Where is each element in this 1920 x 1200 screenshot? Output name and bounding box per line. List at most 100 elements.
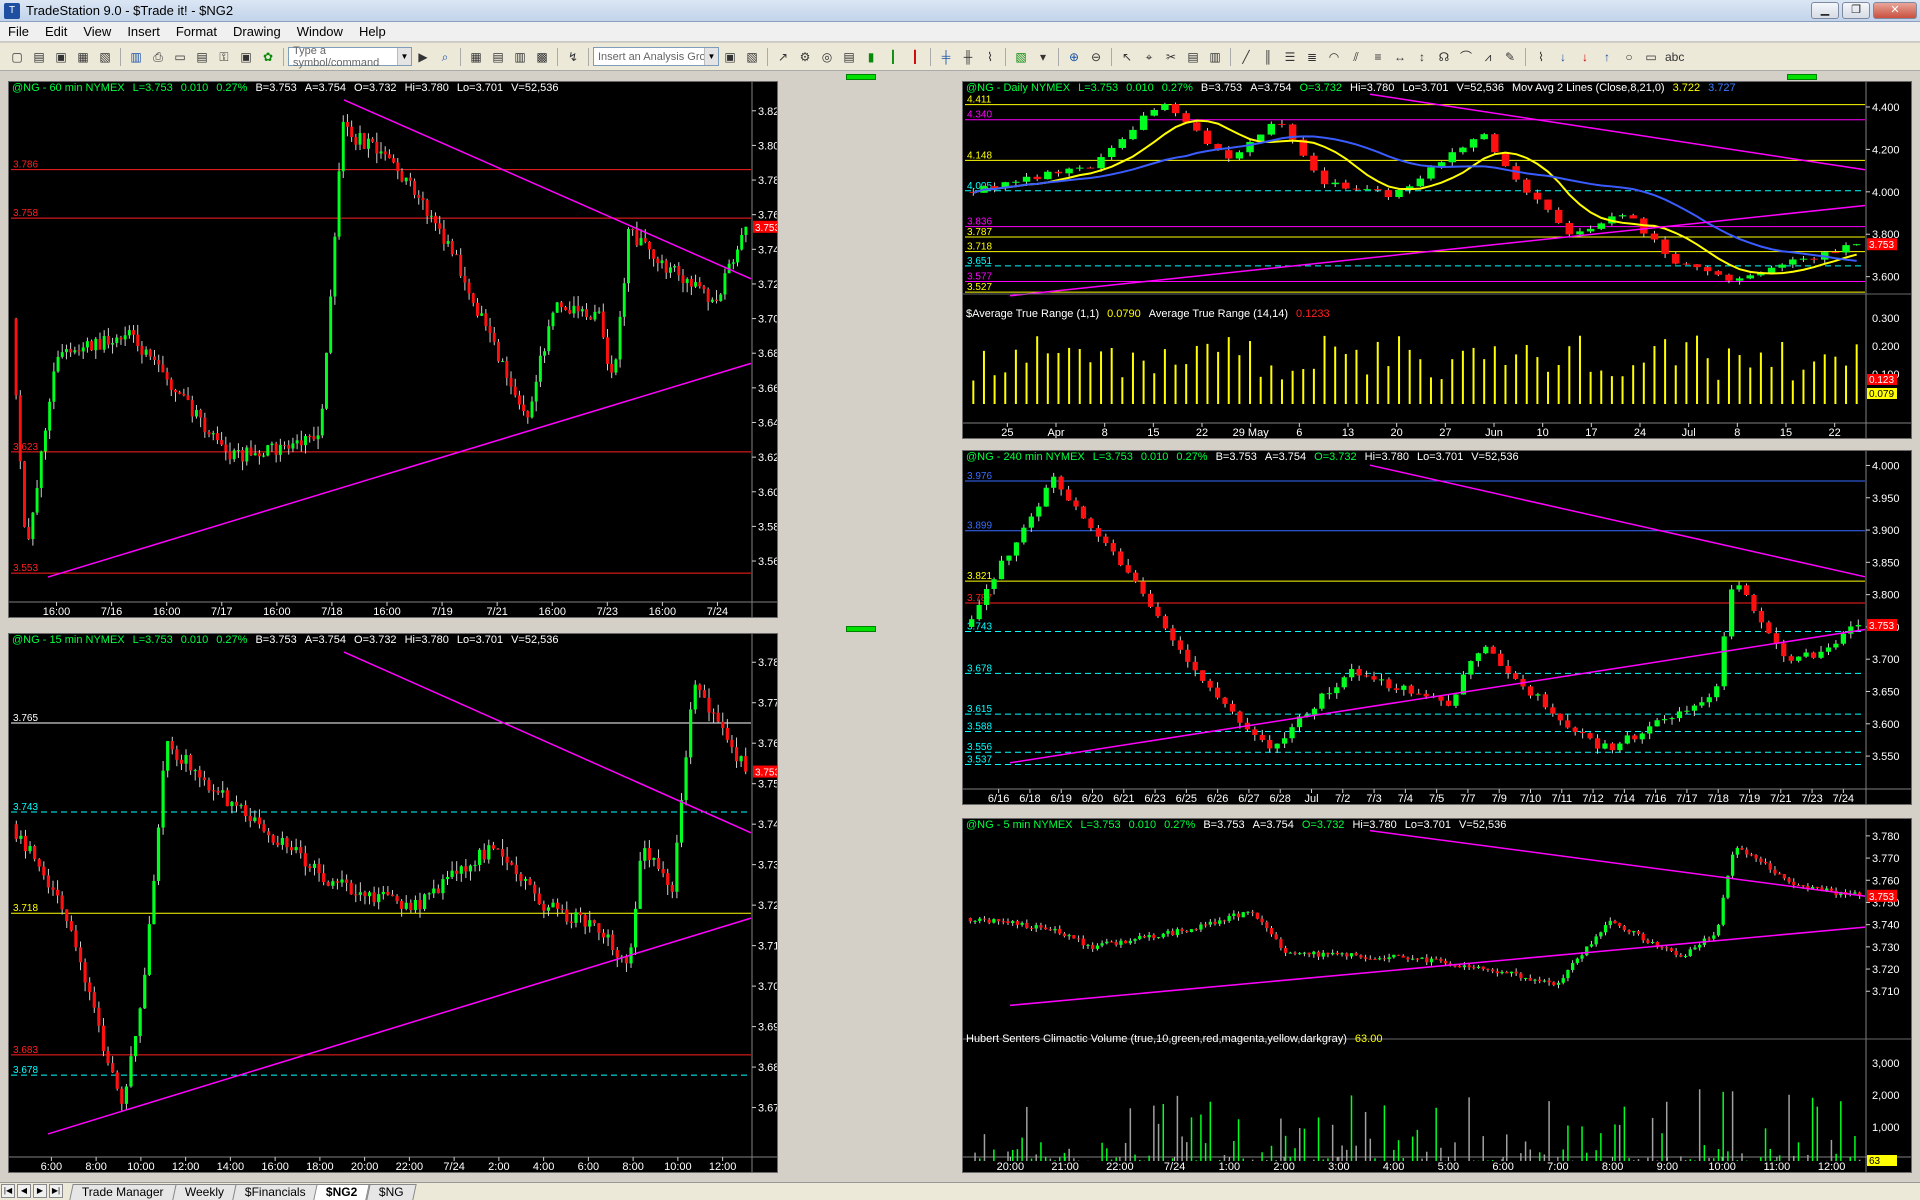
vertical-lines-icon[interactable]: ║ (1259, 48, 1277, 66)
indicator-icon[interactable]: ↗ (774, 48, 792, 66)
chart-analysis-icon[interactable]: ▤ (840, 48, 858, 66)
chart-15min-canvas[interactable]: 3.780 3.770 3.760 3.750 3.740 3.730 3.720 3.710… (9, 634, 778, 1173)
color-icon[interactable]: ✿ (259, 48, 277, 66)
channel-icon[interactable]: ⫽ (1347, 48, 1365, 66)
tab-ng[interactable]: $NG (366, 1184, 417, 1200)
crosshair-icon[interactable]: ⌖ (1140, 48, 1158, 66)
play-icon[interactable]: ▶ (414, 48, 432, 66)
menu-insert[interactable]: Insert (119, 24, 168, 39)
tab-weekly[interactable]: Weekly (171, 1184, 237, 1200)
chart-tab-marker[interactable] (846, 626, 876, 632)
maximize-button[interactable]: ❐ (1842, 2, 1870, 19)
arrow-down-red-icon[interactable]: ↓ (1576, 48, 1594, 66)
pitchfork-icon[interactable]: ⩘ (1479, 48, 1497, 66)
symbol-lookup-icon[interactable]: ⌕ (436, 48, 454, 66)
candle-red-icon[interactable]: ┃ (906, 48, 924, 66)
freehand-icon[interactable]: ⌇ (1532, 48, 1550, 66)
minimize-button[interactable]: ▁ (1811, 2, 1839, 19)
chart-15min[interactable]: 3.780 3.770 3.760 3.750 3.740 3.730 3.720 3.710… (8, 633, 778, 1173)
pencil-icon[interactable]: ✎ (1501, 48, 1519, 66)
atr14-label: Average True Range (14,14) (1148, 308, 1288, 320)
menu-window[interactable]: Window (289, 24, 351, 39)
analysis-icon[interactable]: ↯ (564, 48, 582, 66)
chart-60min[interactable]: 3.820 3.800 3.780 3.760 3.740 3.720 3.700 3.680… (8, 81, 778, 618)
candle-body (1363, 675, 1370, 677)
menu-edit[interactable]: Edit (37, 24, 75, 39)
chart-60min-canvas[interactable]: 3.820 3.800 3.780 3.760 3.740 3.720 3.700 3.680… (9, 82, 778, 618)
prev-tab-icon[interactable]: ◀ (17, 1184, 31, 1198)
save-all-icon[interactable]: ▦ (74, 48, 92, 66)
save-icon[interactable]: ▣ (52, 48, 70, 66)
fib-icon[interactable]: ≣ (1303, 48, 1321, 66)
arc-icon[interactable]: ◠ (1325, 48, 1343, 66)
list-icon[interactable]: ▤ (489, 48, 507, 66)
chevron-down-icon[interactable]: ▼ (704, 48, 718, 65)
tab-ng2[interactable]: $NG2 (313, 1184, 371, 1200)
chart-240min-canvas[interactable]: 4.0003.9503.9003.8503.8003.7503.7003.650… (963, 451, 1912, 805)
speed-lines-icon[interactable]: ☊ (1435, 48, 1453, 66)
format-icon[interactable]: ▧ (1012, 48, 1030, 66)
radar-icon[interactable]: ◎ (818, 48, 836, 66)
pointer-icon[interactable]: ↖ (1118, 48, 1136, 66)
hlines-icon[interactable]: ≡ (1369, 48, 1387, 66)
data-icon[interactable]: ▥ (1206, 48, 1224, 66)
print-icon[interactable]: ⎙ (149, 48, 167, 66)
menu-view[interactable]: View (75, 24, 119, 39)
open-icon[interactable]: ▤ (30, 48, 48, 66)
analysis-save-icon[interactable]: ▧ (743, 48, 761, 66)
tab-trade-manager[interactable]: Trade Manager (69, 1184, 177, 1200)
symbol-input[interactable]: Type a symbol/command ▼ (288, 45, 412, 69)
menu-file[interactable]: File (0, 24, 37, 39)
lock-icon[interactable]: ⚿ (215, 48, 233, 66)
rectangle-icon[interactable]: ▭ (1642, 48, 1660, 66)
zoom-in-icon[interactable]: ⊕ (1065, 48, 1083, 66)
candle-chart-icon[interactable]: ┃ (884, 48, 902, 66)
properties-icon[interactable]: ▤ (1184, 48, 1202, 66)
quote-low: Lo=3.701 (1402, 82, 1449, 94)
gann-icon[interactable]: ⌒ (1457, 48, 1475, 66)
tab-financials[interactable]: $Financials (232, 1184, 319, 1200)
chart-tab-marker[interactable] (1787, 74, 1817, 80)
circle-icon[interactable]: ○ (1620, 48, 1638, 66)
arrow-down-icon[interactable]: ↓ (1554, 48, 1572, 66)
print-preview-icon[interactable]: ▥ (127, 48, 145, 66)
chart-5min-canvas[interactable]: 3.7803.7703.7603.7503.7403.7303.7203.710… (963, 819, 1912, 1173)
trendline-icon[interactable]: ╱ (1237, 48, 1255, 66)
zoom-out-icon[interactable]: ⊖ (1087, 48, 1105, 66)
analysis-group-icon[interactable]: ▣ (721, 48, 739, 66)
workspace-icon[interactable]: ▤ (193, 48, 211, 66)
arrow-up-icon[interactable]: ↑ (1598, 48, 1616, 66)
horizontal-arrow-icon[interactable]: ↔ (1391, 48, 1409, 66)
chart-5min[interactable]: 3.780 3.770 3.760 3.750 3.740 3.730 3.720 3.710… (962, 818, 1912, 1173)
link-icon[interactable]: ▣ (237, 48, 255, 66)
chart-240min[interactable]: 4.0003.9503.9003.8503.8003.7503.7003.650… (962, 450, 1912, 805)
menu-format[interactable]: Format (168, 24, 225, 39)
chevron-down-icon[interactable]: ▾ (1034, 48, 1052, 66)
analysis-group-input[interactable]: Insert an Analysis Group ▼ (593, 47, 719, 66)
strategy-icon[interactable]: ⚙ (796, 48, 814, 66)
chart-daily-canvas[interactable]: 4.4004.2004.0003.8003.60025 Apr 8 15 22 29 Ma… (963, 82, 1912, 439)
grid-icon[interactable]: ▦ (467, 48, 485, 66)
horizontal-lines-icon[interactable]: ☰ (1281, 48, 1299, 66)
last-tab-icon[interactable]: ▶| (49, 1184, 63, 1198)
chart-tab-marker[interactable] (846, 74, 876, 80)
close-button[interactable]: ✕ (1873, 2, 1917, 19)
menu-help[interactable]: Help (351, 24, 394, 39)
next-tab-icon[interactable]: ▶ (33, 1184, 47, 1198)
window-icon[interactable]: ▭ (171, 48, 189, 66)
chevron-down-icon[interactable]: ▼ (397, 48, 411, 65)
vertical-arrow-icon[interactable]: ↕ (1413, 48, 1431, 66)
new-icon[interactable]: ▢ (8, 48, 26, 66)
line-chart-icon[interactable]: ⌇ (981, 48, 999, 66)
tools-icon[interactable]: ✂ (1162, 48, 1180, 66)
text-icon[interactable]: abc (1664, 48, 1684, 66)
first-tab-icon[interactable]: |◀ (1, 1184, 15, 1198)
folder-icon[interactable]: ▧ (96, 48, 114, 66)
ohlc-icon[interactable]: ╫ (959, 48, 977, 66)
bar-chart-icon[interactable]: ▮ (862, 48, 880, 66)
bar-type-icon[interactable]: ╪ (937, 48, 955, 66)
menu-drawing[interactable]: Drawing (225, 24, 289, 39)
chart-daily[interactable]: 4.400 4.200 4.000 3.800 3.600 25 Apr 8 15 22 29 Ma… (962, 81, 1912, 439)
matrix-icon[interactable]: ▩ (533, 48, 551, 66)
table-icon[interactable]: ▥ (511, 48, 529, 66)
